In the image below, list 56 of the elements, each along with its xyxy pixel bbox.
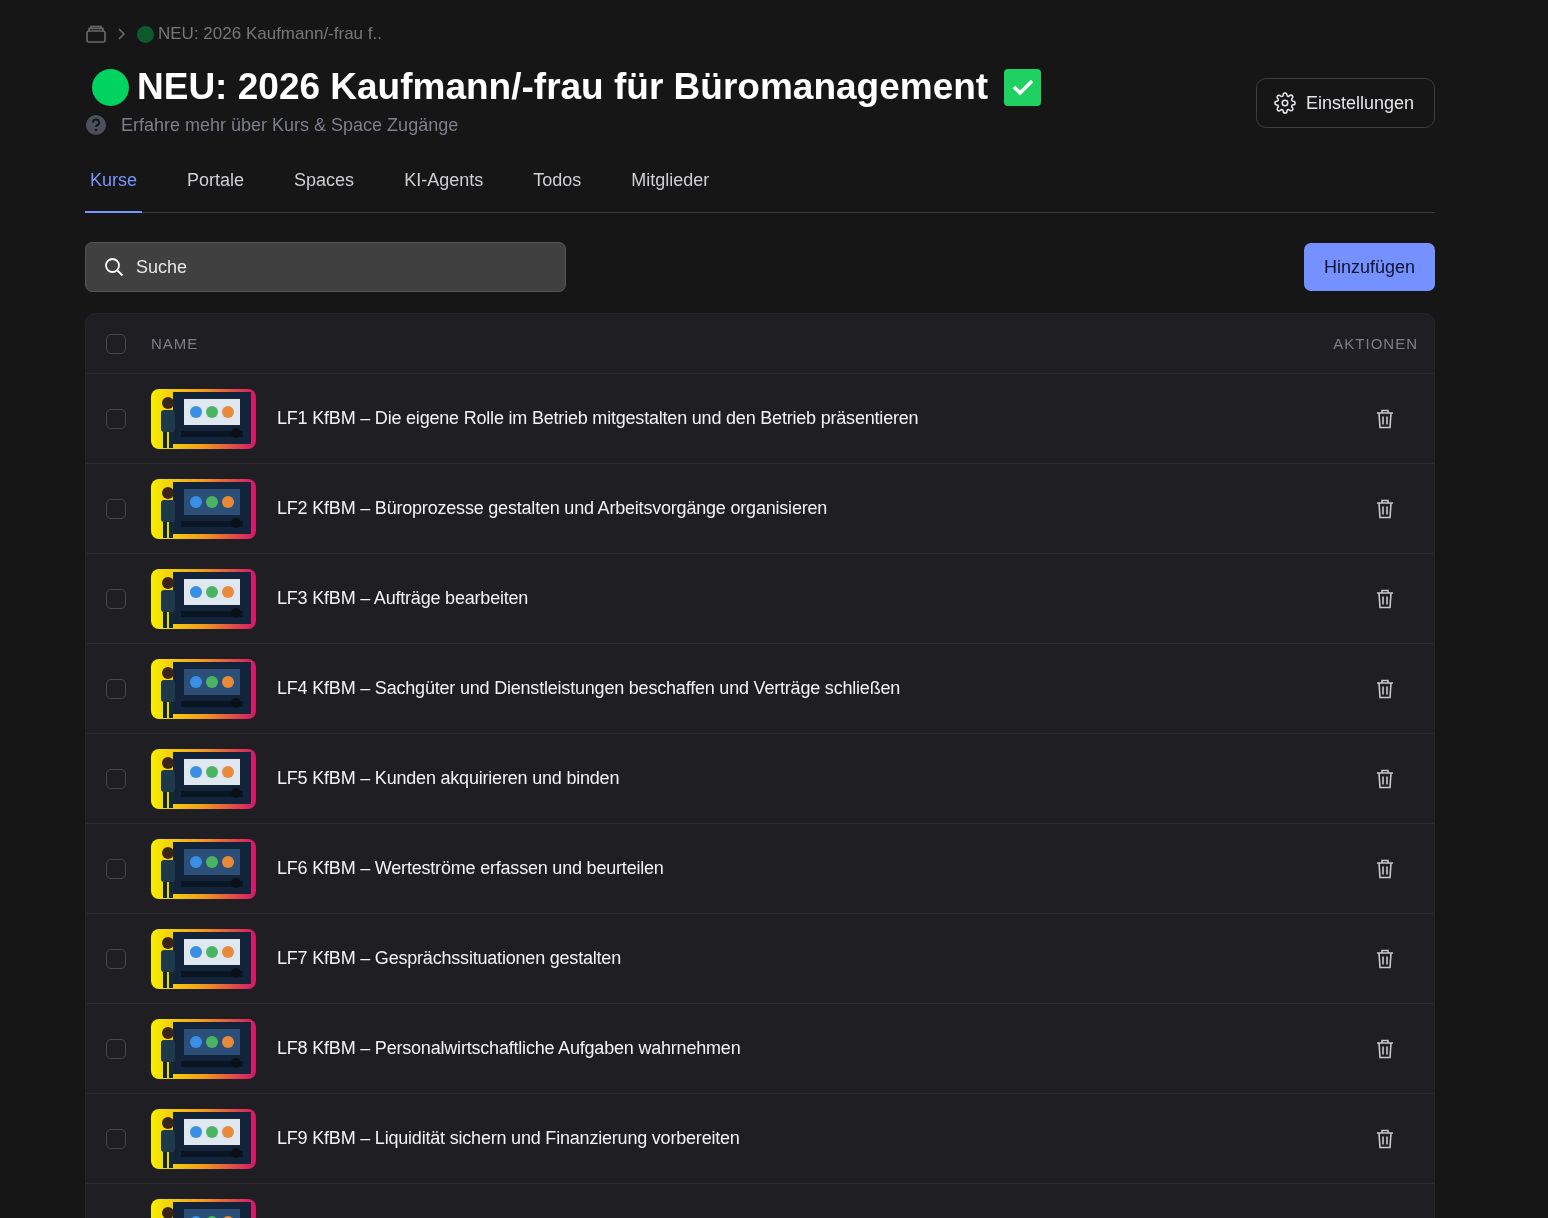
tab[interactable]: Todos: [528, 158, 587, 213]
checkbox[interactable]: [106, 333, 126, 354]
delete-button[interactable]: [1376, 588, 1394, 609]
checkbox[interactable]: [106, 588, 126, 609]
delete-button[interactable]: [1376, 858, 1394, 879]
trash-icon: [1376, 858, 1394, 879]
delete-button[interactable]: [1376, 1038, 1394, 1059]
checkbox[interactable]: [106, 678, 126, 699]
course-title[interactable]: LF3 KfBM – Aufträge bearbeiten: [277, 588, 1376, 609]
course-title[interactable]: LF2 KfBM – Büroprozesse gestalten und Arbeitsvorgänge organisieren: [277, 498, 1376, 519]
checkbox[interactable]: [106, 948, 126, 969]
tab[interactable]: Portale: [182, 158, 250, 213]
checkbox[interactable]: [106, 1038, 126, 1059]
trash-icon: [1376, 948, 1394, 969]
delete-button[interactable]: [1376, 1128, 1394, 1149]
tab[interactable]: Mitglieder: [626, 158, 715, 213]
course-title[interactable]: LF6 KfBM – Werteströme erfassen und beurteilen: [277, 858, 1376, 879]
tab[interactable]: KI-Agents: [399, 158, 489, 213]
trash-icon: [1376, 408, 1394, 429]
help-link[interactable]: Erfahre mehr über Kurs & Space Zugänge: [85, 114, 1042, 136]
settings-icon: [1273, 92, 1296, 114]
checkbox[interactable]: [106, 858, 126, 879]
add-button[interactable]: Hinzufügen: [1303, 243, 1435, 291]
chevron-right-icon: [117, 27, 127, 41]
tab[interactable]: Spaces: [289, 158, 360, 213]
delete-button[interactable]: [1376, 408, 1394, 429]
trash-icon: [1376, 1038, 1394, 1059]
trash-icon: [1376, 1128, 1394, 1149]
delete-button[interactable]: [1376, 678, 1394, 699]
column-header: AKTIONEN: [1333, 335, 1418, 352]
settings-button[interactable]: Einstellungen: [1255, 78, 1435, 128]
delete-button[interactable]: [1376, 768, 1394, 789]
trash-icon: [1376, 498, 1394, 519]
checkbox[interactable]: [106, 498, 126, 519]
page-title: NEU: 2026 Kaufmann/-frau für Büromanagement: [137, 66, 989, 108]
course-title[interactable]: LF4 KfBM – Sachgüter und Dienstleistungen beschaffen und Verträge schließen: [277, 678, 1376, 699]
tab[interactable]: Kurse: [85, 158, 143, 213]
help-icon: [85, 114, 107, 136]
course-title[interactable]: LF7 KfBM – Gesprächssituationen gestalten: [277, 948, 1376, 969]
archive-icon[interactable]: [85, 25, 107, 43]
checkbox[interactable]: [106, 1128, 126, 1149]
course-title[interactable]: LF8 KfBM – Personalwirtschaftliche Aufgaben wahrnehmen: [277, 1038, 1376, 1059]
course-title[interactable]: LF1 KfBM – Die eigene Rolle im Betrieb mitgestalten und den Betrieb präsentieren: [277, 408, 1376, 429]
search-field[interactable]: Suche: [85, 242, 566, 292]
delete-button[interactable]: [1376, 498, 1394, 519]
search-icon: [104, 257, 124, 277]
checkbox[interactable]: [106, 768, 126, 789]
delete-button[interactable]: [1376, 948, 1394, 969]
course-title[interactable]: LF9 KfBM – Liquidität sichern und Finanzierung vorbereiten: [277, 1128, 1376, 1149]
trash-icon: [1376, 678, 1394, 699]
breadcrumb-current[interactable]: NEU: 2026 Kaufmann/-frau f..: [137, 24, 382, 44]
trash-icon: [1376, 588, 1394, 609]
checkbox[interactable]: [106, 408, 126, 429]
column-header: NAME: [151, 335, 200, 352]
course-title[interactable]: LF5 KfBM – Kunden akquirieren und binden: [277, 768, 1376, 789]
trash-icon: [1376, 768, 1394, 789]
